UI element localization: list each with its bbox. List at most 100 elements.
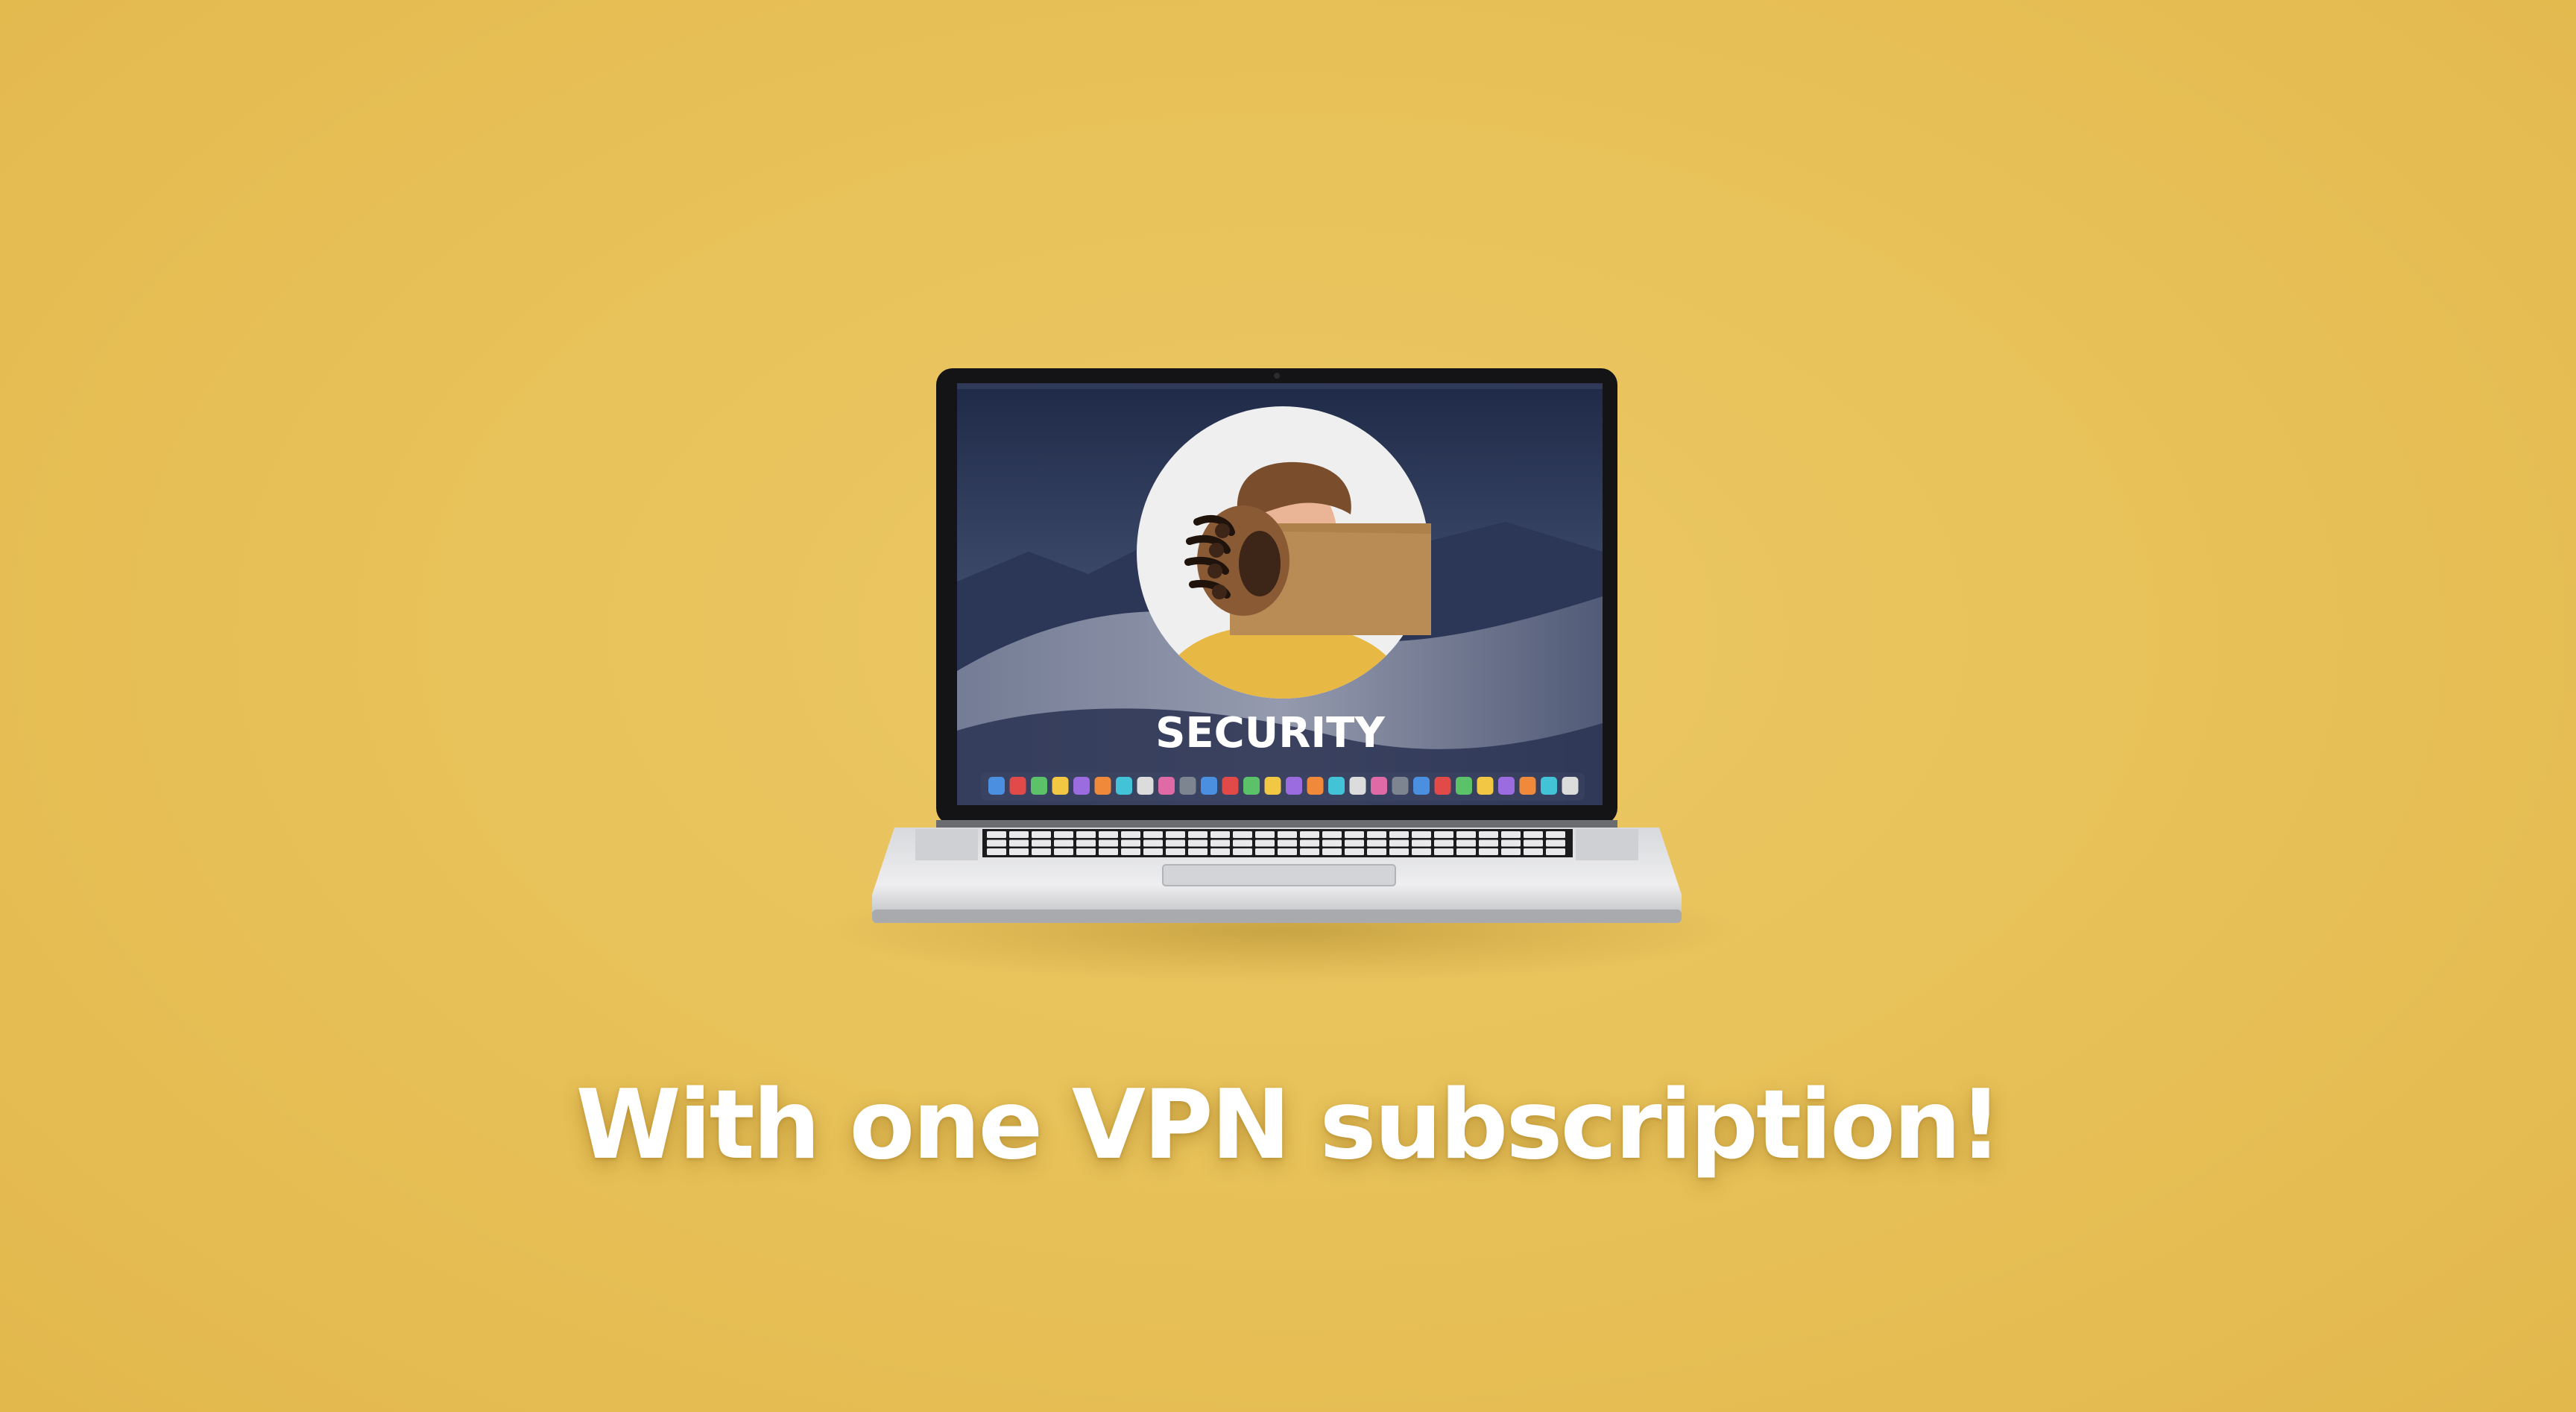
dock-icon xyxy=(981,772,1585,801)
dock-app-icon xyxy=(1349,777,1366,795)
keyboard-key xyxy=(1524,831,1543,838)
keyboard-key xyxy=(1166,831,1185,838)
keyboard-key xyxy=(1322,831,1342,838)
keyboard-key xyxy=(1479,831,1498,838)
dock-app-icon xyxy=(1392,777,1409,795)
keyboard-key xyxy=(987,839,1006,847)
keyboard-key xyxy=(1456,831,1476,838)
laptop-hinge xyxy=(936,820,1617,828)
dock-app-icon xyxy=(1413,777,1430,795)
keyboard-key xyxy=(1233,848,1252,855)
keyboard-key xyxy=(1367,831,1386,838)
keyboard-key xyxy=(1032,831,1051,838)
menu-bar xyxy=(957,383,1603,389)
keyboard-key xyxy=(1524,839,1543,847)
speaker-left xyxy=(915,829,978,860)
keyboard-key xyxy=(1345,848,1364,855)
dock-app-icon xyxy=(1201,777,1217,795)
keyboard-key xyxy=(1076,839,1096,847)
keyboard-key xyxy=(1166,848,1185,855)
keyboard-key xyxy=(1210,848,1230,855)
keyboard-key xyxy=(1188,839,1208,847)
dock-app-icon xyxy=(1222,777,1239,795)
dock-app-icon xyxy=(1094,777,1111,795)
keyboard-key xyxy=(1412,839,1431,847)
keyboard-key xyxy=(1009,831,1029,838)
keyboard-key xyxy=(1412,831,1431,838)
camera xyxy=(1274,373,1280,379)
keyboard-key xyxy=(1143,839,1163,847)
dock-app-icon xyxy=(1264,777,1281,795)
keyboard-key xyxy=(1121,848,1140,855)
dock-app-icon xyxy=(1179,777,1196,795)
dock-app-icon xyxy=(1498,777,1515,795)
keyboard-key xyxy=(1099,839,1118,847)
keyboard-key xyxy=(1054,839,1073,847)
keyboard-key xyxy=(1121,839,1140,847)
keyboard-key xyxy=(1054,831,1073,838)
trackpad xyxy=(1162,864,1396,886)
keyboard-key xyxy=(1479,839,1498,847)
keyboard-key xyxy=(1121,831,1140,838)
keyboard-key xyxy=(1322,839,1342,847)
dock-app-icon xyxy=(1052,777,1069,795)
keyboard-key xyxy=(1501,831,1521,838)
keyboard-key xyxy=(1188,831,1208,838)
keyboard-key xyxy=(1143,831,1163,838)
keyboard-key xyxy=(1278,839,1297,847)
keyboard-key xyxy=(1255,848,1275,855)
laptop-base xyxy=(872,828,1682,923)
keyboard-key xyxy=(1479,848,1498,855)
keyboard-key xyxy=(1278,848,1297,855)
dock-app-icon xyxy=(1286,777,1302,795)
keyboard-key xyxy=(1524,848,1543,855)
keyboard-key xyxy=(1143,848,1163,855)
keyboard-key xyxy=(1210,839,1230,847)
dock-app-icon xyxy=(1519,777,1536,795)
keyboard-key xyxy=(1546,831,1565,838)
laptop-icon: SECURITY xyxy=(936,368,1617,825)
keyboard-key xyxy=(1389,848,1409,855)
keyboard-key xyxy=(1412,848,1431,855)
keyboard-key xyxy=(1322,848,1342,855)
dock-app-icon xyxy=(1307,777,1324,795)
keyboard-key xyxy=(1300,848,1319,855)
keyboard-key xyxy=(1233,839,1252,847)
caption-title: With one VPN subscription! xyxy=(575,1070,2002,1181)
keyboard-key xyxy=(1255,839,1275,847)
keyboard-key xyxy=(1009,839,1029,847)
keyboard-key xyxy=(1054,848,1073,855)
dock-app-icon xyxy=(1031,777,1047,795)
dock-app-icon xyxy=(1158,777,1175,795)
dock-app-icon xyxy=(1116,777,1132,795)
dock-app-icon xyxy=(1477,777,1494,795)
keyboard-key xyxy=(1032,839,1051,847)
keyboard-key xyxy=(1076,831,1096,838)
keyboard xyxy=(982,829,1573,857)
keyboard-key xyxy=(1367,848,1386,855)
dock-app-icon xyxy=(1009,777,1026,795)
dock-app-icon xyxy=(988,777,1005,795)
keyboard-key xyxy=(1434,839,1453,847)
keyboard-key xyxy=(1345,831,1364,838)
keyboard-key xyxy=(1456,839,1476,847)
keyboard-key xyxy=(1278,831,1297,838)
keyboard-key xyxy=(1546,839,1565,847)
keyboard-key xyxy=(1233,831,1252,838)
laptop-screen: SECURITY xyxy=(957,383,1603,805)
keyboard-key xyxy=(987,831,1006,838)
keyboard-key xyxy=(1501,839,1521,847)
screen-label: SECURITY xyxy=(1155,709,1386,757)
speaker-right xyxy=(1576,829,1638,860)
keyboard-key xyxy=(1099,848,1118,855)
keyboard-key xyxy=(987,848,1006,855)
keyboard-key xyxy=(1389,831,1409,838)
keyboard-key xyxy=(1434,831,1453,838)
dock-app-icon xyxy=(1541,777,1557,795)
keyboard-key xyxy=(1345,839,1364,847)
dock-app-icon xyxy=(1137,777,1154,795)
dock-app-icon xyxy=(1328,777,1345,795)
keyboard-key xyxy=(1434,848,1453,855)
keyboard-key xyxy=(1210,831,1230,838)
keyboard-key xyxy=(1255,831,1275,838)
